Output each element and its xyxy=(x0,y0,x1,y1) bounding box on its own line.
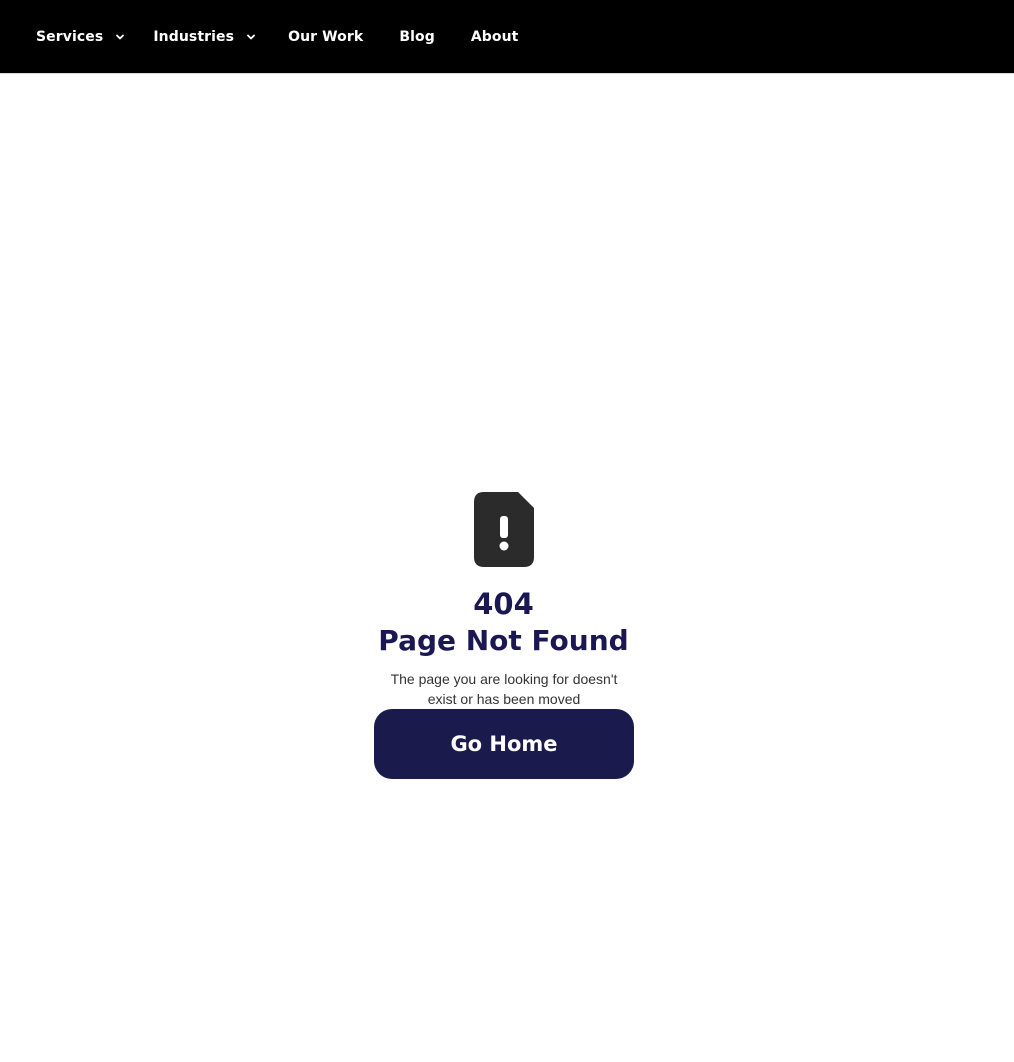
nav-item-services[interactable]: Services xyxy=(36,0,125,74)
nav-item-label: About xyxy=(470,29,519,45)
nav-item-label: Industries xyxy=(153,29,235,45)
main-nav: Services Industries Our Work Blog About xyxy=(36,0,554,74)
nav-item-our-work[interactable]: Our Work xyxy=(288,0,363,74)
nav-item-industries[interactable]: Industries xyxy=(153,0,256,74)
nav-item-label: Blog xyxy=(399,29,435,45)
error-description: The page you are looking for doesn't exi… xyxy=(390,671,618,707)
chevron-down-icon xyxy=(116,34,125,40)
nav-item-label: Our Work xyxy=(288,29,364,45)
go-home-button[interactable]: Go Home xyxy=(374,709,634,779)
error-title: Page Not Found xyxy=(378,624,629,657)
file-exclamation-icon xyxy=(474,492,534,567)
nav-item-blog[interactable]: Blog xyxy=(399,0,435,74)
chevron-down-icon xyxy=(247,34,255,40)
nav-item-about[interactable]: About xyxy=(471,0,519,74)
nav-item-label: Services xyxy=(36,29,104,45)
error-code: 404 xyxy=(473,587,534,621)
top-navigation-bar: Services Industries Our Work Blog About xyxy=(0,0,1014,74)
